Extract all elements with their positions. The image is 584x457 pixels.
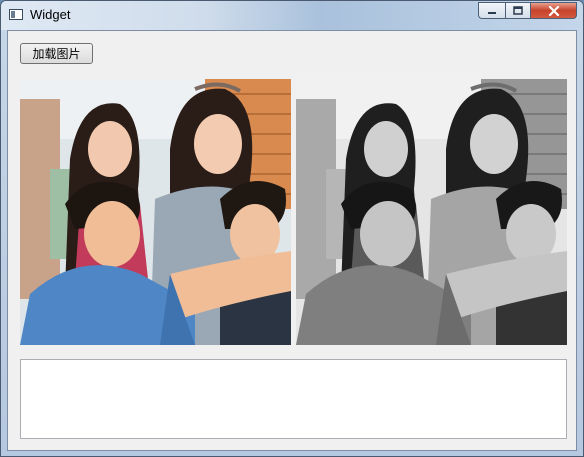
caption-buttons xyxy=(478,2,577,20)
minimize-icon xyxy=(488,11,496,14)
window-title: Widget xyxy=(30,7,71,22)
app-window: Widget 加载图片 xyxy=(0,0,584,457)
original-image xyxy=(20,79,291,345)
app-icon xyxy=(9,9,23,20)
title-bar[interactable]: Widget xyxy=(1,1,583,30)
minimize-button[interactable] xyxy=(478,2,505,19)
close-icon xyxy=(548,5,559,16)
grayscale-image xyxy=(296,79,567,345)
load-image-button[interactable]: 加载图片 xyxy=(20,43,93,64)
maximize-icon xyxy=(513,6,523,15)
photo-grayscale-icon xyxy=(296,79,567,345)
photo-color-icon xyxy=(20,79,291,345)
output-text-area[interactable] xyxy=(20,359,567,439)
maximize-button[interactable] xyxy=(505,2,531,19)
client-area: 加载图片 xyxy=(7,30,577,451)
close-button[interactable] xyxy=(531,2,577,19)
